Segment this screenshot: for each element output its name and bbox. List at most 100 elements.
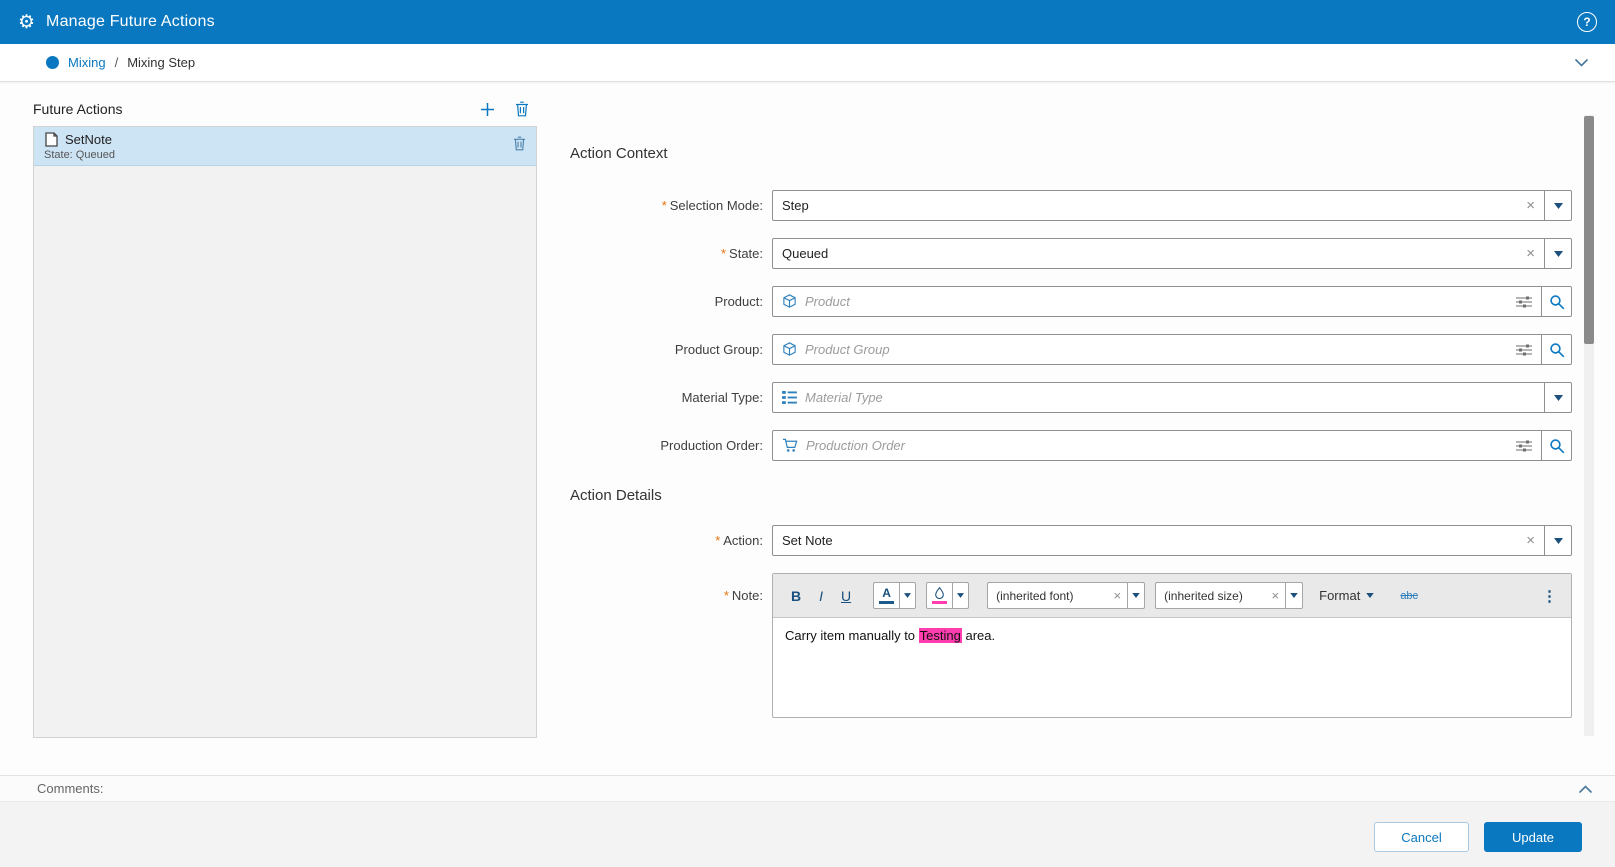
note-icon bbox=[44, 132, 58, 147]
format-dropdown[interactable]: Format bbox=[1319, 588, 1374, 603]
filter-icon[interactable] bbox=[1516, 296, 1532, 308]
breadcrumb-current: Mixing Step bbox=[127, 55, 195, 70]
comments-section: Comments: bbox=[0, 775, 1615, 801]
future-actions-panel: Future Actions SetNote State: Queued bbox=[33, 96, 537, 738]
font-color-bar bbox=[879, 601, 894, 604]
filter-icon[interactable] bbox=[1516, 440, 1532, 452]
action-form: Action Context *Selection Mode: Step × *… bbox=[570, 140, 1572, 718]
future-actions-list: SetNote State: Queued bbox=[33, 126, 537, 738]
entity-dot-icon bbox=[46, 56, 59, 69]
clear-icon[interactable]: × bbox=[1517, 198, 1544, 213]
state-label: *State: bbox=[570, 246, 772, 261]
search-icon bbox=[1549, 294, 1565, 310]
scrollbar-thumb[interactable] bbox=[1584, 116, 1594, 344]
production-order-icon bbox=[782, 438, 798, 453]
strikethrough-button[interactable]: abc bbox=[1400, 590, 1418, 602]
trash-icon[interactable] bbox=[513, 136, 526, 151]
product-search-button[interactable] bbox=[1542, 286, 1572, 317]
search-icon bbox=[1549, 438, 1565, 454]
chevron-down-icon[interactable] bbox=[1544, 239, 1571, 268]
app-header: ⚙ Manage Future Actions ? bbox=[0, 0, 1615, 44]
breadcrumb: Mixing / Mixing Step bbox=[0, 44, 1615, 82]
clear-icon[interactable]: × bbox=[1517, 246, 1544, 261]
filter-icon[interactable] bbox=[1516, 344, 1532, 356]
delete-action-button[interactable] bbox=[515, 101, 529, 117]
state-value: Queued bbox=[782, 246, 1517, 261]
selection-mode-combobox[interactable]: Step × bbox=[772, 190, 1572, 221]
future-actions-title: Future Actions bbox=[33, 101, 123, 117]
chevron-down-icon[interactable] bbox=[1127, 583, 1144, 608]
droplet-icon bbox=[935, 587, 944, 599]
italic-button[interactable]: I bbox=[815, 588, 827, 604]
chevron-down-icon[interactable] bbox=[1574, 58, 1589, 68]
underline-button[interactable]: U bbox=[837, 588, 855, 604]
chevron-down-icon[interactable] bbox=[953, 582, 969, 609]
breadcrumb-separator: / bbox=[115, 55, 119, 70]
clear-icon[interactable]: × bbox=[1266, 589, 1286, 602]
bold-button[interactable]: B bbox=[787, 588, 805, 604]
chevron-down-icon bbox=[1366, 593, 1374, 598]
production-order-label: Production Order: bbox=[570, 438, 772, 453]
note-highlight-text: Testing bbox=[919, 628, 962, 643]
section-action-details: Action Details bbox=[570, 487, 1572, 504]
material-type-input[interactable] bbox=[805, 390, 1536, 405]
production-order-input[interactable] bbox=[806, 438, 1508, 453]
chevron-down-icon[interactable] bbox=[1285, 583, 1302, 608]
chevron-down-icon[interactable] bbox=[1544, 383, 1571, 412]
product-group-label: Product Group: bbox=[570, 342, 772, 357]
clear-icon[interactable]: × bbox=[1517, 533, 1544, 548]
search-icon bbox=[1549, 342, 1565, 358]
action-label: *Action: bbox=[570, 533, 772, 548]
action-item-state: State: Queued bbox=[44, 149, 513, 161]
plus-icon bbox=[480, 102, 495, 117]
note-content[interactable]: Carry item manually to Testing area. bbox=[773, 618, 1571, 717]
note-label: *Note: bbox=[570, 573, 772, 603]
comments-label: Comments: bbox=[37, 781, 103, 796]
product-group-input[interactable] bbox=[805, 342, 1508, 357]
manage-future-actions-page: ⚙ Manage Future Actions ? Mixing / Mixin… bbox=[0, 0, 1615, 867]
production-order-search-button[interactable] bbox=[1542, 430, 1572, 461]
font-color-button[interactable]: A bbox=[873, 582, 900, 609]
note-text-before: Carry item manually to bbox=[785, 628, 919, 643]
product-input[interactable] bbox=[805, 294, 1508, 309]
action-value: Set Note bbox=[782, 533, 1517, 548]
trash-icon bbox=[515, 101, 529, 117]
product-group-icon bbox=[782, 342, 797, 357]
action-combobox[interactable]: Set Note × bbox=[772, 525, 1572, 556]
action-item-name: SetNote bbox=[65, 132, 112, 147]
note-editor-toolbar: B I U A bbox=[773, 574, 1571, 618]
product-label: Product: bbox=[570, 294, 772, 309]
note-editor: B I U A bbox=[772, 573, 1572, 718]
add-action-button[interactable] bbox=[480, 102, 495, 117]
font-size-select[interactable]: (inherited size) × bbox=[1155, 582, 1303, 609]
chevron-up-icon[interactable] bbox=[1578, 784, 1593, 794]
help-icon[interactable]: ? bbox=[1577, 12, 1597, 32]
selection-mode-label: *Selection Mode: bbox=[570, 198, 772, 213]
gear-icon: ⚙ bbox=[18, 13, 35, 32]
clear-icon[interactable]: × bbox=[1108, 589, 1128, 602]
state-combobox[interactable]: Queued × bbox=[772, 238, 1572, 269]
highlight-color-bar bbox=[932, 601, 947, 604]
update-button[interactable]: Update bbox=[1484, 822, 1582, 852]
product-field bbox=[772, 286, 1542, 317]
selection-mode-value: Step bbox=[782, 198, 1517, 213]
page-title: Manage Future Actions bbox=[46, 13, 215, 31]
breadcrumb-link-mixing[interactable]: Mixing bbox=[68, 55, 106, 70]
vertical-scrollbar[interactable] bbox=[1584, 115, 1594, 736]
font-name-select[interactable]: (inherited font) × bbox=[987, 582, 1145, 609]
material-type-icon bbox=[782, 391, 797, 404]
cancel-button[interactable]: Cancel bbox=[1374, 822, 1469, 852]
product-group-search-button[interactable] bbox=[1542, 334, 1572, 365]
chevron-down-icon[interactable] bbox=[900, 582, 916, 609]
product-group-field bbox=[772, 334, 1542, 365]
footer-bar: Cancel Update bbox=[0, 801, 1615, 867]
highlight-color-button[interactable] bbox=[926, 582, 953, 609]
chevron-down-icon[interactable] bbox=[1544, 191, 1571, 220]
production-order-field bbox=[772, 430, 1542, 461]
chevron-down-icon[interactable] bbox=[1544, 526, 1571, 555]
list-item[interactable]: SetNote State: Queued bbox=[34, 127, 536, 166]
more-options-icon[interactable]: ⋮ bbox=[1542, 587, 1557, 605]
product-icon bbox=[782, 294, 797, 309]
section-action-context: Action Context bbox=[570, 145, 1572, 162]
material-type-label: Material Type: bbox=[570, 390, 772, 405]
